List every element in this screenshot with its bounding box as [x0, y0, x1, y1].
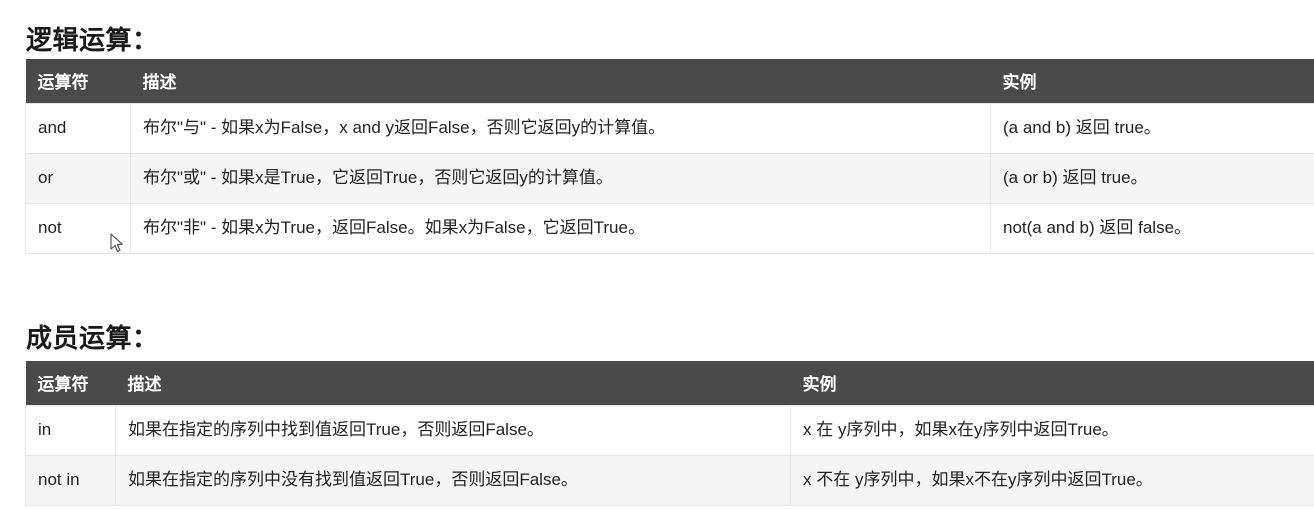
cell-operator: or [25, 153, 131, 205]
table-row: in 如果在指定的序列中找到值返回True，否则返回False。 x 在 y序列… [25, 404, 1314, 457]
table-header: 运算符 描述 实例 [25, 59, 1314, 104]
cell-description: 布尔"或" - 如果x是True，它返回True，否则它返回y的计算值。 [130, 153, 991, 205]
cell-operator: not [25, 203, 131, 255]
table-row: and 布尔"与" - 如果x为False，x and y返回False，否则它… [25, 102, 1314, 155]
table-row: not 布尔"非" - 如果x为True，返回False。如果x为False，它… [25, 203, 1314, 255]
cell-description: 布尔"与" - 如果x为False，x and y返回False，否则它返回y的… [130, 102, 991, 155]
cell-description: 如果在指定的序列中没有找到值返回True，否则返回False。 [115, 455, 791, 507]
table-body: and 布尔"与" - 如果x为False，x and y返回False，否则它… [25, 102, 1314, 255]
section-title-membership-operators: 成员运算： [26, 323, 159, 353]
cell-description: 如果在指定的序列中找到值返回True，否则返回False。 [115, 404, 791, 457]
cell-example: not(a and b) 返回 false。 [990, 203, 1314, 255]
membership-operators-table: 运算符 描述 实例 in 如果在指定的序列中找到值返回True，否则返回Fals… [25, 361, 1314, 507]
column-header-operator: 运算符 [25, 59, 131, 104]
column-header-example: 实例 [990, 59, 1314, 104]
column-header-operator: 运算符 [25, 361, 116, 406]
table-header-row: 运算符 描述 实例 [25, 361, 1314, 406]
logic-operators-table: 运算符 描述 实例 and 布尔"与" - 如果x为False，x and y返… [25, 59, 1314, 255]
cell-operator: in [25, 404, 116, 457]
cell-example: (a and b) 返回 true。 [990, 102, 1314, 155]
column-header-description: 描述 [130, 59, 991, 104]
table-row: or 布尔"或" - 如果x是True，它返回True，否则它返回y的计算值。 … [25, 153, 1314, 205]
cell-example: x 不在 y序列中，如果x不在y序列中返回True。 [790, 455, 1314, 507]
table-row: not in 如果在指定的序列中没有找到值返回True，否则返回False。 x… [25, 455, 1314, 507]
table-body: in 如果在指定的序列中找到值返回True，否则返回False。 x 在 y序列… [25, 404, 1314, 507]
document-page: 逻辑运算： 运算符 描述 实例 and 布尔"与" - 如果x为False，x … [0, 0, 1314, 509]
cell-example: (a or b) 返回 true。 [990, 153, 1314, 205]
cell-description: 布尔"非" - 如果x为True，返回False。如果x为False，它返回Tr… [130, 203, 991, 255]
cell-operator: not in [25, 455, 116, 507]
table-header: 运算符 描述 实例 [25, 361, 1314, 406]
table-header-row: 运算符 描述 实例 [25, 59, 1314, 104]
column-header-example: 实例 [790, 361, 1314, 406]
column-header-description: 描述 [115, 361, 791, 406]
section-title-logic-operators: 逻辑运算： [26, 25, 159, 55]
cell-operator: and [25, 102, 131, 155]
cell-example: x 在 y序列中，如果x在y序列中返回True。 [790, 404, 1314, 457]
